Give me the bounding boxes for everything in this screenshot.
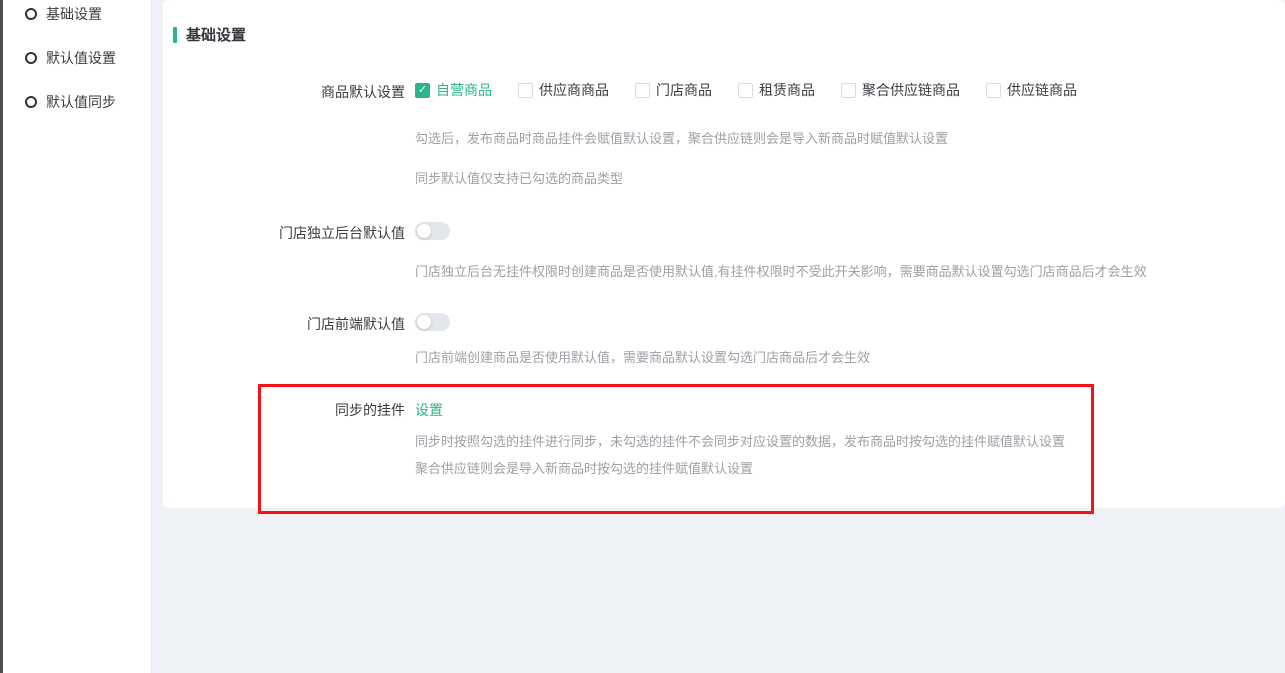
sidebar-item-0[interactable]: 基础设置 [3, 0, 151, 36]
basic-settings-panel: 基础设置 商品默认设置 ✓ 自营商品 供应商商品 门店商品 租赁商品 聚合供应链商品 供应链… [163, 0, 1285, 508]
checkbox-unchecked-icon[interactable] [738, 83, 753, 98]
sync-widgets-label: 同步的挂件 [163, 400, 405, 420]
store-frontend-default-label: 门店前端默认值 [163, 314, 405, 334]
settings-sidebar: 基础设置默认值设置默认值同步 [3, 0, 152, 673]
checkbox-checked-icon[interactable]: ✓ [415, 83, 430, 98]
checkbox-label: 自营商品 [436, 80, 492, 100]
checkbox-label: 租赁商品 [759, 80, 815, 100]
sync-widgets-settings-link[interactable]: 设置 [415, 402, 443, 418]
store-backend-default-help: 门店独立后台无挂件权限时创建商品是否使用默认值,有挂件权限时不受此开关影响，需要… [415, 261, 1147, 280]
store-frontend-default-toggle[interactable] [415, 313, 450, 331]
panel-title: 基础设置 [186, 24, 246, 45]
sidebar-nav: 基础设置默认值设置默认值同步 [3, 0, 151, 124]
sidebar-item-label: 默认值同步 [46, 92, 116, 112]
radio-circle-icon [25, 96, 37, 108]
sidebar-item-label: 基础设置 [46, 4, 102, 24]
sync-widgets-help-2: 聚合供应链则会是导入新商品时按勾选的挂件赋值默认设置 [415, 458, 753, 477]
checkbox-item-4[interactable]: 聚合供应链商品 [841, 80, 960, 100]
sidebar-item-label: 默认值设置 [46, 48, 116, 68]
product-defaults-checkbox-group: ✓ 自营商品 供应商商品 门店商品 租赁商品 聚合供应链商品 供应链商品 [415, 80, 1077, 100]
sidebar-item-1[interactable]: 默认值设置 [3, 36, 151, 80]
panel-header: 基础设置 [173, 24, 246, 45]
checkbox-label: 供应商商品 [539, 80, 609, 100]
checkbox-item-3[interactable]: 租赁商品 [738, 80, 815, 100]
product-defaults-label: 商品默认设置 [163, 82, 405, 102]
checkbox-item-2[interactable]: 门店商品 [635, 80, 712, 100]
toggle-knob-icon [417, 315, 431, 329]
checkbox-unchecked-icon[interactable] [635, 83, 650, 98]
radio-circle-icon [25, 8, 37, 20]
checkbox-unchecked-icon[interactable] [518, 83, 533, 98]
checkbox-item-1[interactable]: 供应商商品 [518, 80, 609, 100]
sidebar-item-2[interactable]: 默认值同步 [3, 80, 151, 124]
product-defaults-help-1: 勾选后，发布商品时商品挂件会赋值默认设置，聚合供应链则会是导入新商品时赋值默认设… [415, 128, 948, 147]
store-frontend-default-help: 门店前端创建商品是否使用默认值，需要商品默认设置勾选门店商品后才会生效 [415, 347, 870, 366]
checkbox-unchecked-icon[interactable] [986, 83, 1001, 98]
toggle-knob-icon [417, 224, 431, 238]
store-backend-default-toggle[interactable] [415, 222, 450, 240]
checkbox-label: 聚合供应链商品 [862, 80, 960, 100]
checkbox-label: 门店商品 [656, 80, 712, 100]
radio-circle-icon [25, 52, 37, 64]
sync-widgets-help-1: 同步时按照勾选的挂件进行同步，未勾选的挂件不会同步对应设置的数据，发布商品时按勾… [415, 431, 1065, 450]
checkbox-item-5[interactable]: 供应链商品 [986, 80, 1077, 100]
checkbox-label: 供应链商品 [1007, 80, 1077, 100]
store-backend-default-label: 门店独立后台默认值 [163, 223, 405, 243]
checkbox-item-0[interactable]: ✓ 自营商品 [415, 80, 492, 100]
title-accent-bar-icon [173, 27, 177, 43]
checkbox-unchecked-icon[interactable] [841, 83, 856, 98]
checkmark-icon: ✓ [418, 85, 427, 96]
product-defaults-help-2: 同步默认值仅支持已勾选的商品类型 [415, 168, 623, 187]
